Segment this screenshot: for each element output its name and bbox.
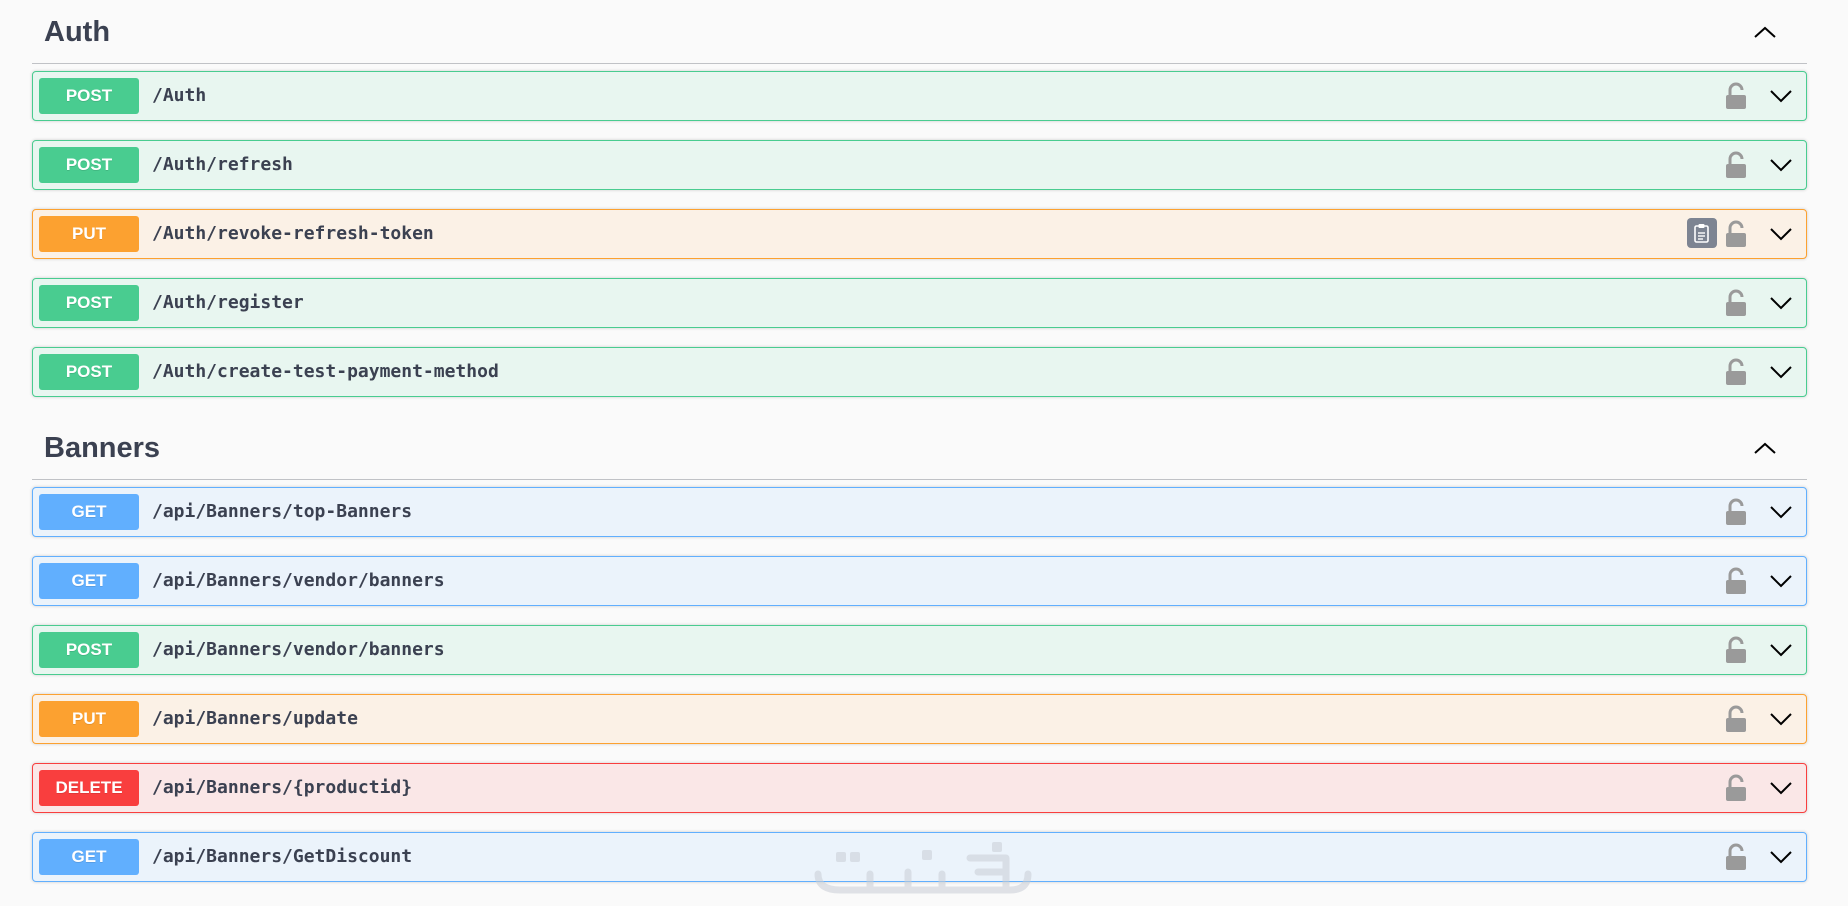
chevron-down-icon[interactable]: [1768, 153, 1794, 177]
operation-row[interactable]: POST /Auth/refresh: [32, 140, 1807, 190]
operation-path: /Auth/revoke-refresh-token: [152, 223, 434, 244]
method-badge: POST: [39, 147, 139, 183]
method-badge: POST: [39, 632, 139, 668]
operation-row[interactable]: GET /api/Banners/vendor/banners: [32, 556, 1807, 606]
operation-row[interactable]: PUT /Auth/revoke-refresh-token: [32, 209, 1807, 259]
method-badge: POST: [39, 354, 139, 390]
chevron-down-icon[interactable]: [1768, 638, 1794, 662]
unlocked-padlock-icon[interactable]: [1724, 151, 1748, 179]
method-badge: PUT: [39, 216, 139, 252]
unlocked-padlock-icon[interactable]: [1724, 567, 1748, 595]
operation-path: /api/Banners/update: [152, 708, 358, 729]
method-badge: GET: [39, 494, 139, 530]
operation-row[interactable]: POST /Auth/create-test-payment-method: [32, 347, 1807, 397]
operation-row[interactable]: POST /Auth/register: [32, 278, 1807, 328]
operation-row[interactable]: POST /api/Banners/vendor/banners: [32, 625, 1807, 675]
operation-path: /Auth/refresh: [152, 154, 293, 175]
method-badge: GET: [39, 563, 139, 599]
chevron-down-icon[interactable]: [1768, 707, 1794, 731]
chevron-up-icon[interactable]: [1751, 434, 1779, 462]
method-badge: POST: [39, 285, 139, 321]
chevron-down-icon[interactable]: [1768, 360, 1794, 384]
unlocked-padlock-icon[interactable]: [1724, 358, 1748, 386]
method-badge: POST: [39, 78, 139, 114]
chevron-up-icon[interactable]: [1751, 18, 1779, 46]
operation-path: /api/Banners/{productid}: [152, 777, 413, 798]
unlocked-padlock-icon[interactable]: [1724, 220, 1748, 248]
tag-header-auth[interactable]: Auth: [32, 0, 1807, 64]
unlocked-padlock-icon[interactable]: [1724, 498, 1748, 526]
chevron-down-icon[interactable]: [1768, 776, 1794, 800]
operation-row[interactable]: POST /Auth: [32, 71, 1807, 121]
chevron-down-icon[interactable]: [1768, 500, 1794, 524]
operation-path: /api/Banners/top-Banners: [152, 501, 413, 522]
operation-path: /Auth/create-test-payment-method: [152, 361, 499, 382]
chevron-down-icon[interactable]: [1768, 291, 1794, 315]
unlocked-padlock-icon[interactable]: [1724, 705, 1748, 733]
operation-path: /Auth/register: [152, 292, 304, 313]
tag-header-banners[interactable]: Banners: [32, 416, 1807, 480]
tag-title: Auth: [44, 16, 111, 48]
chevron-down-icon[interactable]: [1768, 84, 1794, 108]
chevron-down-icon[interactable]: [1768, 845, 1794, 869]
unlocked-padlock-icon[interactable]: [1724, 82, 1748, 110]
operation-path: /api/Banners/vendor/banners: [152, 639, 445, 660]
operation-path: /api/Banners/vendor/banners: [152, 570, 445, 591]
tag-title: Banners: [44, 432, 161, 464]
chevron-down-icon[interactable]: [1768, 569, 1794, 593]
method-badge: DELETE: [39, 770, 139, 806]
swagger-operations-page: Auth POST /Auth POST /Auth/refresh PUT /…: [0, 0, 1848, 906]
operation-path: /Auth: [152, 85, 207, 106]
unlocked-padlock-icon[interactable]: [1724, 289, 1748, 317]
operation-row[interactable]: PUT /api/Banners/update: [32, 694, 1807, 744]
unlocked-padlock-icon[interactable]: [1724, 774, 1748, 802]
unlocked-padlock-icon[interactable]: [1724, 636, 1748, 664]
tag-section-auth: Auth POST /Auth POST /Auth/refresh PUT /…: [32, 0, 1807, 397]
operation-row[interactable]: DELETE /api/Banners/{productid}: [32, 763, 1807, 813]
chevron-down-icon[interactable]: [1768, 222, 1794, 246]
unlocked-padlock-icon[interactable]: [1724, 843, 1748, 871]
clipboard-copy-icon[interactable]: [1687, 218, 1717, 248]
operation-path: /api/Banners/GetDiscount: [152, 846, 413, 867]
method-badge: PUT: [39, 701, 139, 737]
tag-section-banners: Banners GET /api/Banners/top-Banners GET…: [32, 416, 1807, 882]
watermark-logo: [814, 842, 1032, 894]
method-badge: GET: [39, 839, 139, 875]
operation-row[interactable]: GET /api/Banners/top-Banners: [32, 487, 1807, 537]
